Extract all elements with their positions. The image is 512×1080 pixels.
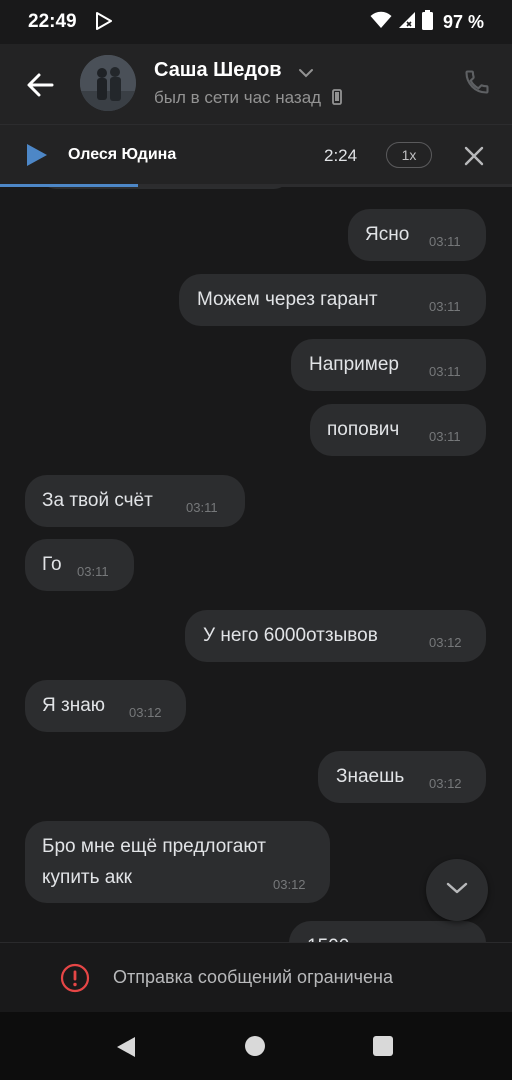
message-text: Можем через гарант [197, 289, 378, 310]
chat-header: Саша Шедов был в сети час назад [0, 44, 512, 124]
message-time: 03:11 [429, 364, 461, 379]
last-seen-status: был в сети час назад [154, 88, 342, 110]
wifi-icon [370, 11, 392, 34]
chevron-down-icon [445, 881, 469, 900]
message-list[interactable]: Ясно 03:11 Можем через гарант 03:11 Напр… [0, 187, 512, 942]
message-bubble[interactable]: Можем через гарант 03:11 [179, 274, 486, 326]
mobile-device-icon [331, 89, 342, 110]
play-store-icon [96, 12, 112, 35]
status-time: 22:49 [28, 11, 77, 32]
message-text: За твой счёт [42, 490, 153, 511]
message-time: 03:11 [186, 500, 218, 515]
message-bubble[interactable]: Ясно 03:11 [348, 209, 486, 261]
message-time: 03:11 [429, 429, 461, 444]
restricted-message: Отправка сообщений ограничена [113, 967, 393, 987]
message-time: 03:11 [429, 234, 461, 249]
back-arrow-icon[interactable] [22, 66, 60, 104]
message-bubble[interactable]: 1500 [289, 921, 486, 942]
track-duration: 2:24 [324, 146, 358, 165]
message-bubble[interactable]: Я знаю 03:12 [25, 680, 186, 732]
phone-icon[interactable] [463, 68, 491, 101]
message-text-line1: Бро мне ещё предлогают [42, 836, 266, 857]
signal-icon [398, 11, 416, 34]
message-bubble[interactable]: попович 03:11 [310, 404, 486, 456]
message-time: 03:11 [429, 299, 461, 314]
message-time: 03:12 [429, 635, 462, 650]
system-nav-bar [0, 1012, 512, 1080]
message-text: Го [42, 554, 62, 575]
message-bubble[interactable]: Го 03:11 [25, 539, 134, 591]
track-name[interactable]: Олеся Юдина [68, 146, 176, 164]
play-icon[interactable] [26, 143, 48, 172]
status-bar: 22:49 97 % [0, 0, 512, 44]
message-time: 03:12 [129, 705, 162, 720]
contact-name[interactable]: Саша Шедов [154, 59, 282, 82]
playback-speed-button[interactable]: 1x [386, 142, 432, 168]
message-bubble[interactable]: Например 03:11 [291, 339, 486, 391]
previous-message-bubble [40, 187, 290, 189]
message-text: Я знаю [42, 695, 106, 716]
message-bubble[interactable]: Бро мне ещё предлогают купить акк 03:12 [25, 821, 330, 903]
message-text: Например [309, 354, 399, 375]
close-icon[interactable] [462, 144, 486, 173]
message-time: 03:12 [273, 877, 306, 892]
avatar[interactable] [80, 55, 136, 111]
message-time: 03:11 [77, 564, 109, 579]
message-bubble[interactable]: За твой счёт 03:11 [25, 475, 245, 527]
battery-percent: 97 % [442, 12, 484, 32]
message-time: 03:12 [429, 776, 462, 791]
nav-recents-icon[interactable] [373, 1036, 393, 1056]
message-text: Знаешь [336, 766, 405, 787]
last-seen-text: был в сети час назад [154, 88, 322, 107]
warning-icon [60, 963, 90, 998]
audio-player: Олеся Юдина 2:24 1x [0, 124, 512, 187]
battery-icon [421, 10, 433, 35]
message-text-line2: купить акк [42, 867, 132, 888]
nav-back-icon[interactable] [116, 1036, 136, 1063]
message-text: У него 6000отзывов [203, 625, 378, 646]
message-bubble[interactable]: У него 6000отзывов 03:12 [185, 610, 486, 662]
chevron-down-icon[interactable] [298, 65, 314, 83]
message-text: попович [327, 419, 400, 440]
message-bubble[interactable]: Знаешь 03:12 [318, 751, 486, 803]
nav-home-icon[interactable] [245, 1036, 265, 1056]
message-text: Ясно [365, 224, 410, 245]
scroll-down-button[interactable] [426, 859, 488, 921]
messaging-restricted-bar: Отправка сообщений ограничена [0, 942, 512, 1013]
